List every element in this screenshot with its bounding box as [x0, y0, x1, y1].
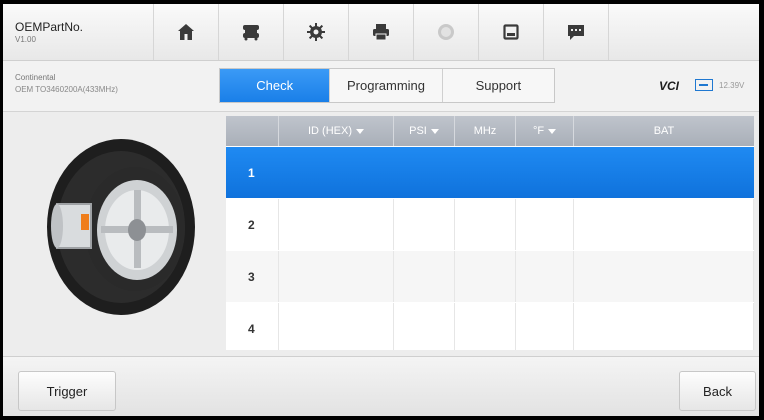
sort-arrow-icon [548, 128, 557, 134]
row-number: 1 [248, 165, 255, 180]
table-header: ID (HEX) PSI MHz °F BAT [226, 116, 754, 146]
cell-psi [394, 251, 455, 302]
cell-psi [394, 147, 455, 198]
tab-check[interactable]: Check [220, 69, 331, 102]
cell-temp [516, 251, 574, 302]
sensor-table: ID (HEX) PSI MHz °F BAT 1 2 3 4 [226, 116, 754, 350]
app-version: V1.00 [15, 35, 36, 44]
cell-mhz [455, 303, 516, 350]
cell-psi [394, 303, 455, 350]
tire-image [47, 139, 195, 315]
vehicle-swap-icon [243, 25, 259, 41]
column-header-bat: BAT [653, 125, 675, 137]
print-button[interactable] [348, 4, 413, 60]
cell-id [279, 147, 394, 198]
row-number: 2 [226, 199, 279, 250]
message-button[interactable] [543, 4, 609, 60]
cell-temp [516, 147, 574, 198]
sensor-part-label: OEM TO3460200A(433MHz) [15, 85, 118, 94]
manufacturer-label: Continental [15, 73, 56, 82]
column-header-psi[interactable]: PSI [394, 116, 455, 146]
app-window: OEMPartNo. V1.00 Continental OEM TO34602… [3, 4, 759, 416]
vci-status-label: VCI [659, 79, 680, 93]
cell-temp [516, 303, 574, 350]
home-icon [178, 24, 194, 40]
trigger-button[interactable]: Trigger [18, 371, 116, 411]
sort-arrow-icon [430, 128, 439, 134]
cell-mhz [455, 251, 516, 302]
cell-psi [394, 199, 455, 250]
cell-bat [574, 251, 754, 302]
sort-arrow-icon [356, 128, 364, 134]
cell-mhz [455, 147, 516, 198]
help-button[interactable] [413, 4, 478, 60]
settings-icon [307, 23, 325, 41]
cell-bat [574, 199, 754, 250]
cell-bat [574, 147, 754, 198]
column-header-num [226, 116, 279, 146]
table-row[interactable]: 4 [226, 303, 754, 350]
top-toolbar: OEMPartNo. V1.00 [3, 4, 759, 61]
bottom-bar: Trigger Back [3, 356, 759, 416]
info-bar: Continental OEM TO3460200A(433MHz) Check… [3, 61, 759, 112]
row-number: 3 [226, 251, 279, 302]
save-button[interactable] [478, 4, 543, 60]
home-button[interactable] [153, 4, 218, 60]
app-title: OEMPartNo. [15, 20, 84, 34]
battery-voltage: 12.39V [719, 81, 745, 90]
tab-support[interactable]: Support [443, 69, 554, 102]
column-header-temp[interactable]: °F [516, 116, 574, 146]
table-row[interactable]: 3 [226, 251, 754, 302]
cell-temp [516, 199, 574, 250]
cell-id [279, 251, 394, 302]
cell-bat [574, 303, 754, 350]
table-row[interactable]: 2 [226, 199, 754, 250]
message-icon [568, 25, 584, 40]
battery-icon [695, 79, 713, 91]
save-icon [503, 24, 519, 40]
tab-programming[interactable]: Programming [330, 69, 443, 102]
back-button[interactable]: Back [679, 371, 756, 411]
function-tabs: Check Programming Support [219, 68, 555, 103]
cell-mhz [455, 199, 516, 250]
print-icon [373, 24, 389, 41]
cell-id [279, 303, 394, 350]
settings-button[interactable] [283, 4, 348, 60]
cell-id [279, 199, 394, 250]
help-icon [438, 24, 454, 40]
row-number: 4 [226, 303, 279, 350]
table-row[interactable]: 1 [226, 147, 754, 198]
column-header-mhz: MHz [455, 116, 516, 146]
vehicle-swap-button[interactable] [218, 4, 283, 60]
column-header-id[interactable]: ID (HEX) [279, 116, 394, 146]
